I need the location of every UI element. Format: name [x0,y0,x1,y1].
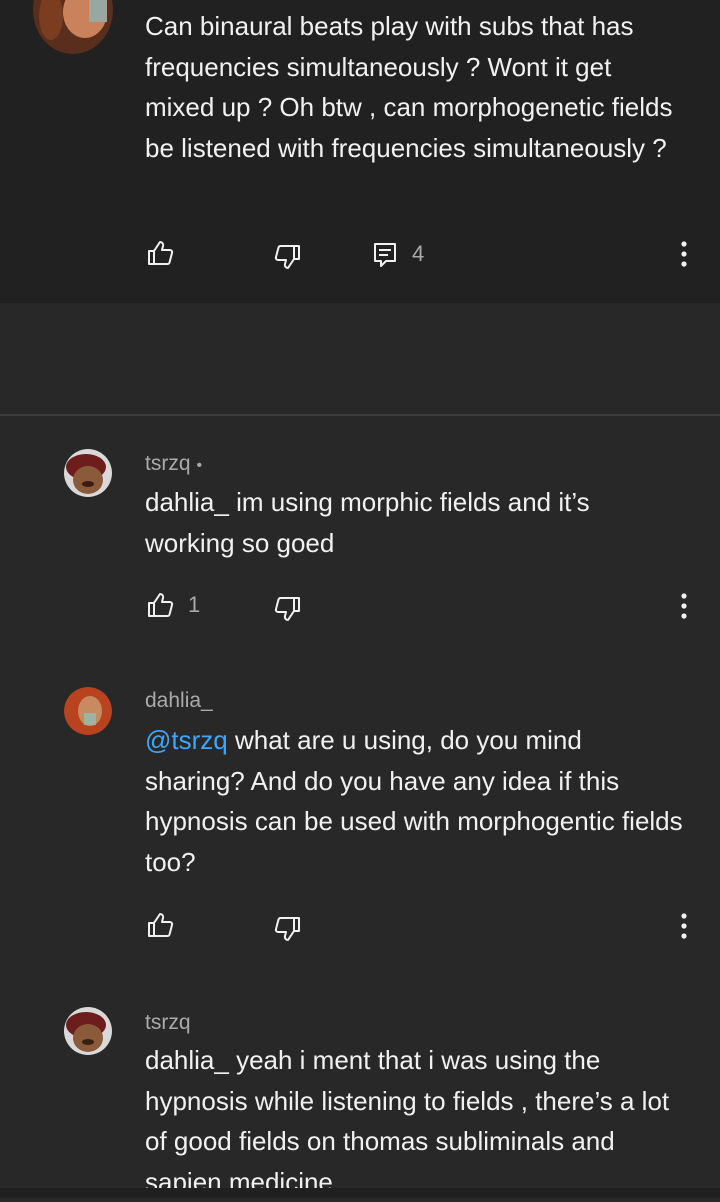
author-name[interactable]: tsrzq [145,1011,191,1035]
author-name[interactable]: dahlia_ [145,689,213,713]
author-name[interactable]: tsrzq • [145,452,202,476]
thumbs-up-icon[interactable] [145,590,175,620]
comment-text: Can binaural beats play with subs that h… [145,11,673,163]
comment-text: dahlia_ im using morphic fields and it’s… [145,487,590,558]
thumbs-down-icon[interactable] [273,914,303,944]
thumbs-down-icon[interactable] [273,242,303,272]
comment-text: dahlia_ yeah i ment that i was using the… [145,1045,670,1197]
author-label: tsrzq [145,1011,191,1034]
thumbs-down-icon[interactable] [273,594,303,624]
avatar[interactable] [64,449,112,497]
avatar[interactable] [64,687,112,735]
more-vert-icon[interactable] [670,910,698,942]
separator-dot: • [196,457,203,474]
more-vert-icon[interactable] [670,590,698,622]
divider [0,414,720,416]
reply-count[interactable]: 4 [412,241,424,267]
thumbs-up-icon[interactable] [145,238,175,268]
author-label: tsrzq [145,452,191,475]
thumbs-up-icon[interactable] [145,910,175,940]
author-label: dahlia_ [145,689,213,712]
mention-link[interactable]: @tsrzq [145,725,228,755]
comment-text: @tsrzq what are u using, do you mind sha… [145,720,685,882]
more-vert-icon[interactable] [670,238,698,270]
reply-icon[interactable] [370,240,400,270]
avatar[interactable] [64,1007,112,1055]
like-count: 1 [188,592,201,617]
bottom-edge [0,1188,720,1198]
